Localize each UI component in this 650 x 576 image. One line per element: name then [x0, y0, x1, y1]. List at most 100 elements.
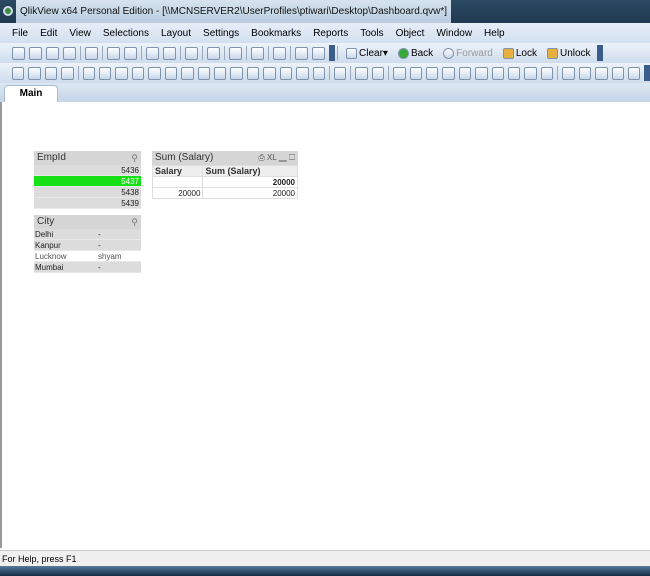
city-name: Mumbai — [35, 263, 64, 272]
toolbar-overflow-grip[interactable] — [596, 45, 603, 61]
align-icon[interactable] — [371, 66, 385, 80]
send-to-excel-icon[interactable]: XL — [267, 153, 277, 162]
listbox-item[interactable]: 5437 — [34, 176, 141, 187]
menu-bookmarks[interactable]: Bookmarks — [251, 28, 301, 39]
select-fields-icon[interactable] — [207, 46, 220, 60]
listbox-item[interactable]: 5438 — [34, 187, 141, 198]
align-right-icon[interactable] — [425, 66, 439, 80]
chart-header[interactable]: Sum (Salary) ⎙ XL ▁ ☐ — [152, 151, 298, 165]
server-objects-icon[interactable] — [333, 66, 347, 80]
slider-icon[interactable] — [246, 66, 260, 80]
table-cell: 20000 — [202, 187, 298, 199]
align-top-icon[interactable] — [475, 66, 488, 80]
listbox-header[interactable]: City ⚲ — [34, 215, 141, 229]
chart-icon[interactable] — [229, 46, 242, 60]
sheet-props-icon[interactable] — [61, 66, 74, 80]
toolbar-separator — [290, 46, 291, 60]
column-header[interactable]: Sum (Salary) — [202, 165, 298, 177]
reload-icon[interactable] — [46, 46, 59, 60]
align-bottom-icon[interactable] — [442, 66, 455, 80]
space-h-icon[interactable] — [491, 66, 505, 80]
minimize-icon[interactable]: ▁ — [279, 153, 287, 162]
adjust-top-icon[interactable] — [540, 66, 554, 80]
design-grid-icon[interactable] — [273, 46, 286, 60]
print-icon[interactable]: ⎙ — [258, 153, 264, 162]
open-icon[interactable] — [29, 46, 42, 60]
menu-edit[interactable]: Edit — [40, 28, 57, 39]
back-button[interactable]: Back — [396, 47, 433, 59]
listbox-item[interactable]: Kanpur - — [34, 240, 141, 251]
format-painter-icon[interactable] — [355, 66, 368, 80]
menu-reports[interactable]: Reports — [313, 28, 348, 39]
search-icon[interactable]: ⚲ — [131, 151, 138, 165]
forward-button[interactable]: Forward — [441, 47, 493, 59]
menu-view[interactable]: View — [69, 28, 91, 39]
menu-selections[interactable]: Selections — [103, 28, 149, 39]
adjust-left-icon[interactable] — [524, 66, 537, 80]
listbox-icon[interactable] — [82, 66, 96, 80]
tab-main[interactable]: Main — [4, 85, 58, 102]
search-object-icon[interactable] — [279, 66, 293, 80]
bookmark-object-icon[interactable] — [263, 66, 276, 80]
search-icon[interactable]: ⚲ — [131, 215, 138, 229]
sheet-right-icon[interactable] — [44, 66, 58, 80]
sheet-left-icon[interactable] — [28, 66, 41, 80]
whats-this-icon[interactable] — [312, 46, 325, 60]
listbox-item[interactable]: Mumbai - — [34, 262, 141, 273]
toolbar-separator — [388, 66, 390, 80]
menu-help[interactable]: Help — [484, 28, 505, 39]
menu-settings[interactable]: Settings — [203, 28, 239, 39]
custom-object-icon[interactable] — [312, 66, 325, 80]
statistics-box-icon[interactable] — [99, 66, 112, 80]
table-viewer-icon[interactable] — [627, 66, 641, 80]
table-cell[interactable]: 20000 — [151, 187, 204, 199]
search-icon[interactable] — [185, 46, 198, 60]
unlock-button[interactable]: Unlock — [545, 47, 591, 59]
new-icon[interactable] — [12, 46, 25, 60]
toolbar-overflow-grip[interactable] — [329, 45, 335, 61]
menu-file[interactable]: File — [12, 28, 28, 39]
favorite-icon[interactable] — [251, 46, 264, 60]
align-left-icon[interactable] — [393, 66, 406, 80]
menu-object[interactable]: Object — [396, 28, 425, 39]
lock-button[interactable]: Lock — [501, 47, 537, 59]
status-bar: For Help, press F1 — [0, 550, 650, 566]
new-sheet-icon[interactable] — [12, 66, 25, 80]
align-middle-icon[interactable] — [458, 66, 472, 80]
listbox-item[interactable]: Delhi - — [34, 229, 141, 240]
redo-icon[interactable] — [163, 46, 176, 60]
input-box-icon[interactable] — [164, 66, 178, 80]
reload-data-icon[interactable] — [124, 46, 137, 60]
maximize-icon[interactable]: ☐ — [289, 153, 295, 162]
table-box-icon[interactable] — [131, 66, 145, 80]
multibox-icon[interactable] — [115, 66, 128, 80]
text-object-icon[interactable] — [214, 66, 227, 80]
current-selections-icon[interactable] — [181, 66, 194, 80]
undo-icon[interactable] — [146, 46, 159, 60]
help-icon[interactable] — [295, 46, 308, 60]
listbox-item[interactable]: 5439 — [34, 198, 141, 209]
listbox-item[interactable]: Lucknow shyam — [34, 251, 141, 262]
button-icon[interactable] — [197, 66, 211, 80]
user-icon[interactable] — [562, 66, 575, 80]
expression-icon[interactable] — [611, 66, 624, 80]
chart-icon[interactable] — [148, 66, 161, 80]
container-icon[interactable] — [296, 66, 309, 80]
toolbar-overflow-grip[interactable] — [644, 65, 650, 81]
document-props-icon[interactable] — [578, 66, 592, 80]
line-arrow-icon[interactable] — [230, 66, 243, 80]
print-icon[interactable] — [85, 46, 98, 60]
toolbar-separator — [268, 46, 269, 60]
space-v-icon[interactable] — [508, 66, 521, 80]
listbox-header[interactable]: EmpId ⚲ — [34, 151, 141, 165]
listbox-item[interactable]: 5436 — [34, 165, 141, 176]
clear-button[interactable]: Clear ▾ — [344, 47, 388, 59]
save-icon[interactable] — [63, 46, 76, 60]
menu-layout[interactable]: Layout — [161, 28, 191, 39]
sheet-props2-icon[interactable] — [595, 66, 608, 80]
align-center-icon[interactable] — [409, 66, 422, 80]
menu-window[interactable]: Window — [436, 28, 472, 39]
menu-tools[interactable]: Tools — [360, 28, 383, 39]
column-header[interactable]: Salary — [151, 165, 204, 177]
edit-script-icon[interactable] — [107, 46, 120, 60]
